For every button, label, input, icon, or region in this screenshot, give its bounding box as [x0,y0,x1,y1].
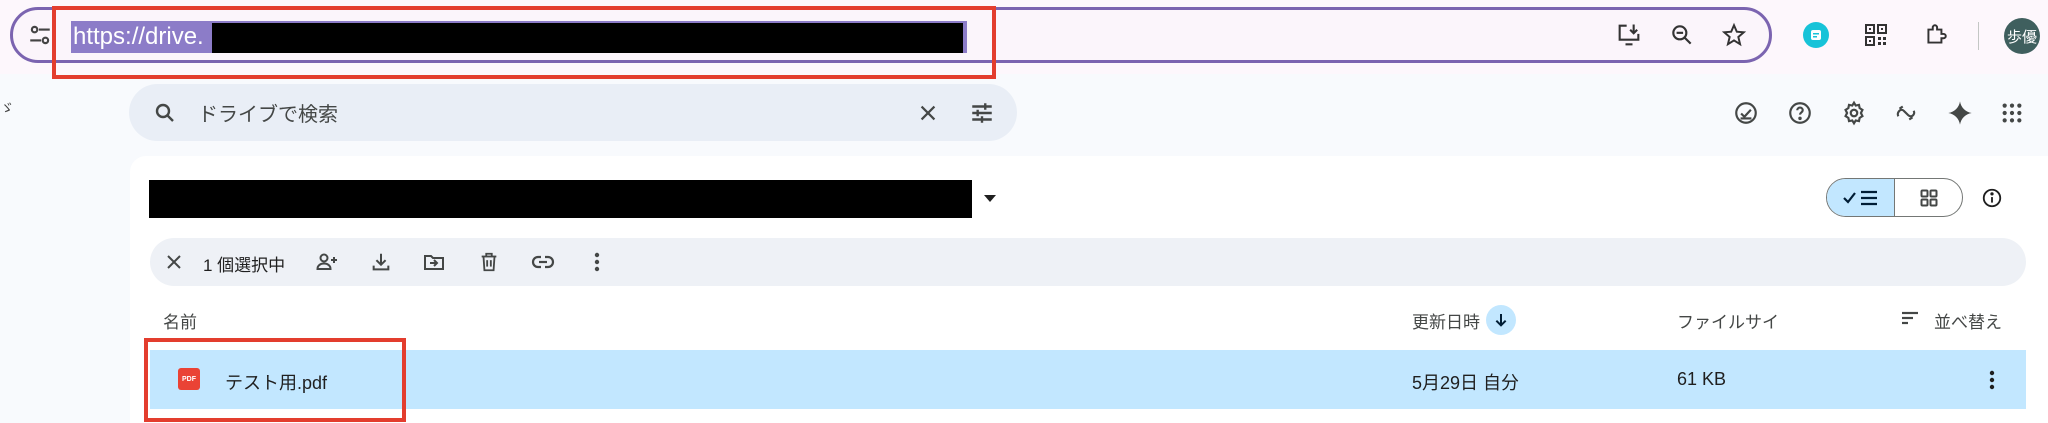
info-icon[interactable] [1972,178,2012,218]
clear-selection-icon[interactable] [154,242,194,282]
folder-title-redacted [149,180,972,218]
table-row[interactable] [150,350,2026,409]
column-header-modified[interactable]: 更新日時 [1412,308,1480,333]
search-icon[interactable] [145,93,185,133]
grid-view-button[interactable] [1895,179,1962,216]
selection-count: 1 個選択中 [203,256,286,275]
sort-lines-icon[interactable] [1901,310,1919,326]
column-header-size[interactable]: ファイルサイ [1677,308,1779,333]
extensions-puzzle-icon[interactable] [1916,15,1956,55]
install-app-icon[interactable] [1609,15,1649,55]
download-icon[interactable] [361,242,401,282]
help-icon[interactable] [1780,93,1820,133]
offline-ready-icon[interactable] [1726,93,1766,133]
clear-search-icon[interactable] [908,93,948,133]
avatar[interactable]: 歩優 [2004,18,2040,54]
toolbar-divider [1978,22,1979,50]
search-options-icon[interactable] [962,93,1002,133]
highlight-annotation [52,6,996,79]
gemini-link-icon[interactable] [1886,93,1926,133]
qr-code-icon[interactable] [1856,15,1896,55]
extension-badge-icon[interactable] [1796,15,1836,55]
bookmark-star-icon[interactable] [1714,15,1754,55]
zoom-out-icon[interactable] [1662,15,1702,55]
sidebar-edge-fragment: ゞ [0,100,14,116]
sort-button[interactable]: 並べ替え [1934,308,2002,333]
search-input[interactable]: ドライブで検索 [198,98,338,127]
highlight-annotation-file [144,338,406,422]
view-toggle [1826,178,1963,217]
file-size: 61 KB [1677,369,1727,389]
settings-icon[interactable] [1834,93,1874,133]
more-vert-icon[interactable] [577,242,617,282]
apps-grid-icon[interactable] [1992,93,2032,133]
move-icon[interactable] [414,242,454,282]
sort-arrow-down-icon[interactable] [1486,305,1516,335]
list-view-button[interactable] [1827,179,1895,216]
share-icon[interactable] [307,242,347,282]
copy-link-icon[interactable] [523,242,563,282]
row-more-vert-icon[interactable] [1972,360,2012,400]
trash-icon[interactable] [469,242,509,282]
folder-menu-chevron-down-icon[interactable] [982,194,998,204]
column-header-name[interactable]: 名前 [163,308,197,333]
file-modified: 5月29日 自分 [1412,373,1520,393]
gemini-sparkle-icon[interactable] [1940,93,1980,133]
